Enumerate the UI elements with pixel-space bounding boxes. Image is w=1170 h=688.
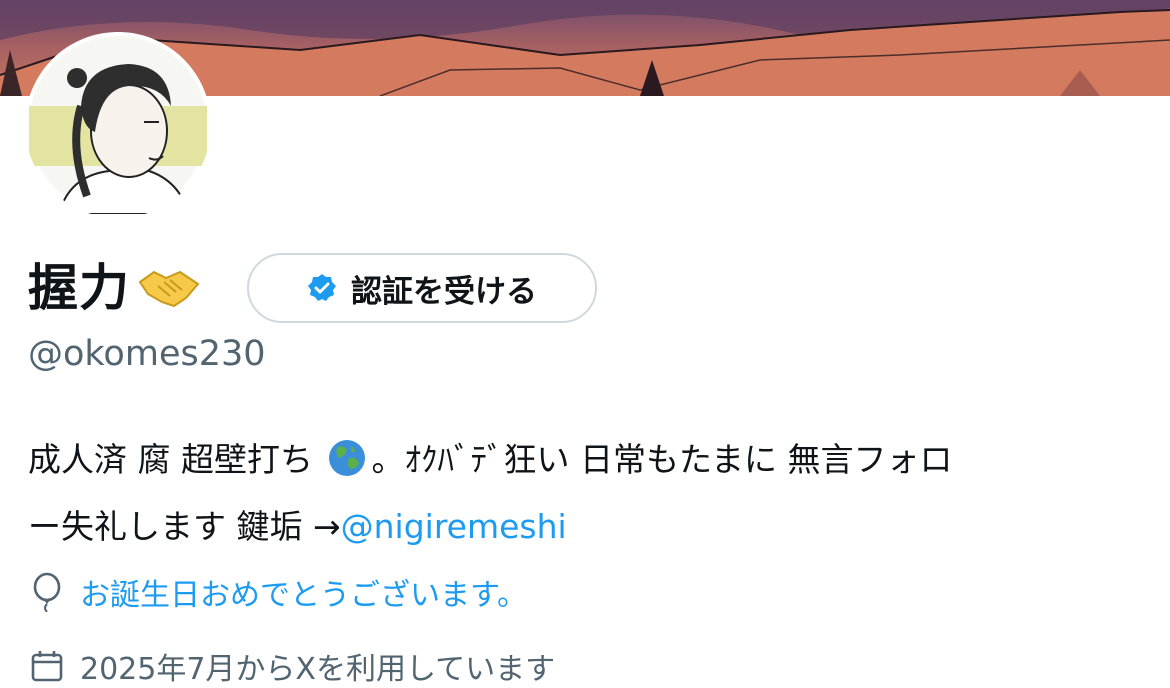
bio-mention-link[interactable]: @nigiremeshi <box>341 507 567 546</box>
profile-handle: @okomes230 <box>28 334 266 374</box>
display-name: 握力 <box>28 259 130 317</box>
handshake-icon <box>136 264 202 314</box>
balloon-icon <box>30 572 64 613</box>
birthday-row: お誕生日おめでとうございます。 <box>30 570 527 614</box>
bio-text-2a: ー失礼します 鍵垢 → <box>28 507 341 546</box>
profile-avatar[interactable] <box>25 32 211 218</box>
birthday-message-link[interactable]: お誕生日おめでとうございます。 <box>80 570 527 614</box>
bio-line-2: ー失礼します 鍵垢 →@nigiremeshi <box>28 497 1148 557</box>
profile-name-row: 握力 <box>28 250 202 326</box>
profile-bio: 成人済 腐 超壁打ち 。ｵｸﾊﾞﾃﾞ狂い 日常もたまに 無言フォロ ー失礼します… <box>28 430 1148 557</box>
avatar-portrait-image <box>29 36 207 214</box>
get-verified-button[interactable]: 認証を受ける <box>247 253 597 323</box>
globe-icon <box>327 437 367 497</box>
bio-line-1: 成人済 腐 超壁打ち 。ｵｸﾊﾞﾃﾞ狂い 日常もたまに 無言フォロ <box>28 430 1148 497</box>
joined-date-text: 2025年7月からXを利用しています <box>80 652 556 687</box>
bio-text-1b: 。ｵｸﾊﾞﾃﾞ狂い 日常もたまに 無言フォロ <box>371 440 953 479</box>
calendar-icon <box>30 649 64 683</box>
verified-badge-icon <box>307 273 337 303</box>
joined-date-row: 2025年7月からXを利用しています <box>30 644 555 688</box>
get-verified-label: 認証を受ける <box>351 273 537 310</box>
bio-text-1a: 成人済 腐 超壁打ち <box>28 440 324 479</box>
